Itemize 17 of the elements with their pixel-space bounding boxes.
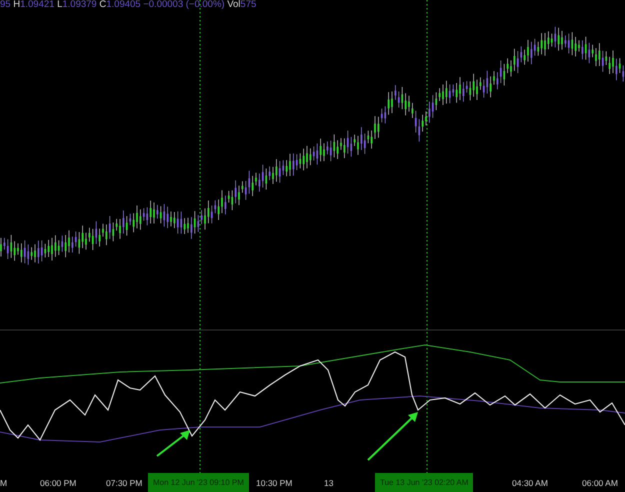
crosshair-time-label: Mon 12 Jun '23 09:10 PM (148, 473, 249, 492)
crosshair-time-label: Tue 13 Jun '23 02:20 AM (375, 473, 474, 492)
arrow (367, 412, 418, 461)
axis-label: 07:30 PM (106, 477, 142, 490)
volume-value: Vol575 (227, 0, 256, 10)
axis-label: 10:30 PM (256, 477, 292, 490)
change-value: −0.00003 (−0.00%) (143, 0, 225, 10)
price-value: H1.09421 (13, 0, 54, 10)
price-value: L1.09379 (57, 0, 97, 10)
axis-label: 06:00 PM (40, 477, 76, 490)
axis-label: M (0, 477, 8, 490)
axis-label: 06:00 AM (582, 477, 618, 490)
axis-label: 04:30 AM (512, 477, 548, 490)
axis-label: 13 (324, 477, 334, 490)
open-value: 95 (0, 0, 11, 10)
arrow (156, 430, 190, 457)
price-value: C1.09405 (99, 0, 141, 10)
